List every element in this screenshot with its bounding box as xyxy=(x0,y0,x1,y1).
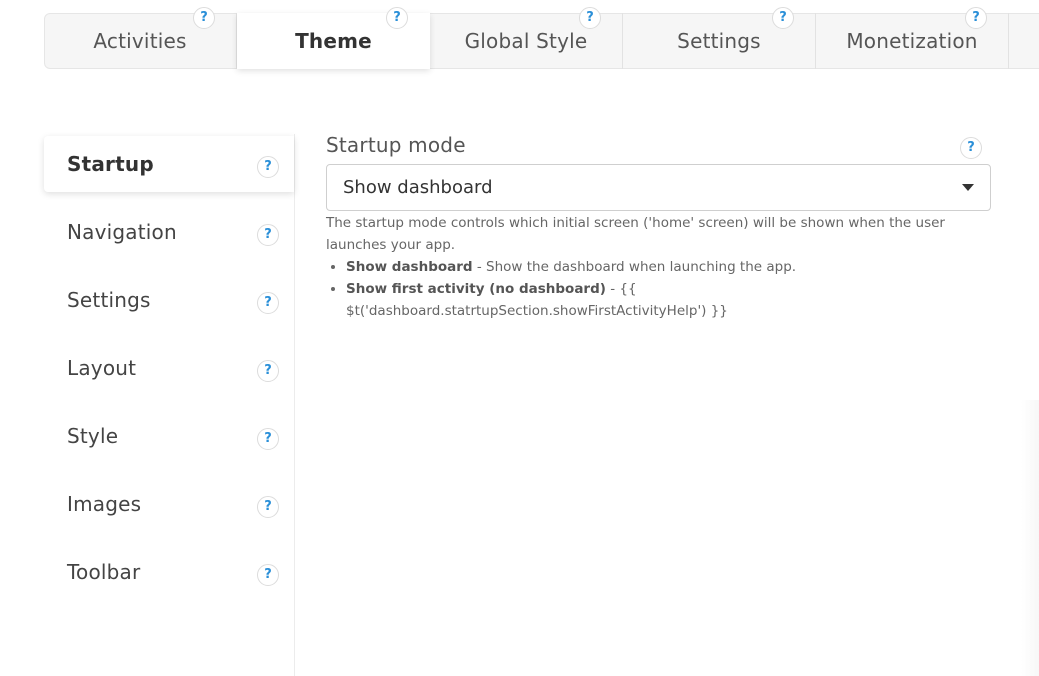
help-icon[interactable]: ? xyxy=(257,496,279,518)
sidebar-item-label: Style xyxy=(67,424,119,448)
startup-mode-selected-value: Show dashboard xyxy=(343,177,493,198)
sidebar-item-label: Startup xyxy=(67,152,154,176)
help-icon[interactable]: ? xyxy=(257,360,279,382)
list-item: Show dashboard - Show the dashboard when… xyxy=(346,256,976,278)
page: Activities Theme Global Style Settings M… xyxy=(0,0,1039,676)
option-name: Show dashboard xyxy=(346,259,473,275)
help-icon[interactable]: ? xyxy=(257,224,279,246)
tab-label: Settings xyxy=(677,29,761,53)
startup-mode-label: Startup mode xyxy=(326,133,466,157)
help-icon[interactable]: ? xyxy=(772,7,794,29)
description-text: The startup mode controls which initial … xyxy=(326,215,945,253)
tab-label: Theme xyxy=(295,29,372,53)
tab-label: Activities xyxy=(93,29,187,53)
sidebar-item-label: Toolbar xyxy=(67,560,141,584)
tab-label: Monetization xyxy=(846,29,978,53)
option-name: Show first activity (no dashboard) xyxy=(346,281,606,297)
help-icon[interactable]: ? xyxy=(965,7,987,29)
tab-label: Global Style xyxy=(464,29,588,53)
sidebar-divider xyxy=(294,134,295,676)
scroll-shadow xyxy=(1021,400,1039,676)
help-icon[interactable]: ? xyxy=(257,428,279,450)
help-icon[interactable]: ? xyxy=(257,292,279,314)
option-description: - Show the dashboard when launching the … xyxy=(472,259,797,275)
option-list: Show dashboard - Show the dashboard when… xyxy=(326,256,976,322)
sidebar-item-label: Navigation xyxy=(67,220,177,244)
sidebar-item-label: Images xyxy=(67,492,142,516)
help-icon[interactable]: ? xyxy=(193,7,215,29)
help-icon[interactable]: ? xyxy=(960,137,982,159)
help-icon[interactable]: ? xyxy=(386,7,408,29)
sidebar-item-label: Settings xyxy=(67,288,151,312)
help-icon[interactable]: ? xyxy=(579,7,601,29)
help-icon[interactable]: ? xyxy=(257,564,279,586)
caret-down-icon xyxy=(962,184,974,191)
startup-mode-help-text: The startup mode controls which initial … xyxy=(326,212,976,322)
help-icon[interactable]: ? xyxy=(257,156,279,178)
list-item: Show first activity (no dashboard) - {{ … xyxy=(346,278,976,322)
sidebar-item-label: Layout xyxy=(67,356,137,380)
startup-mode-select[interactable]: Show dashboard xyxy=(326,164,991,211)
